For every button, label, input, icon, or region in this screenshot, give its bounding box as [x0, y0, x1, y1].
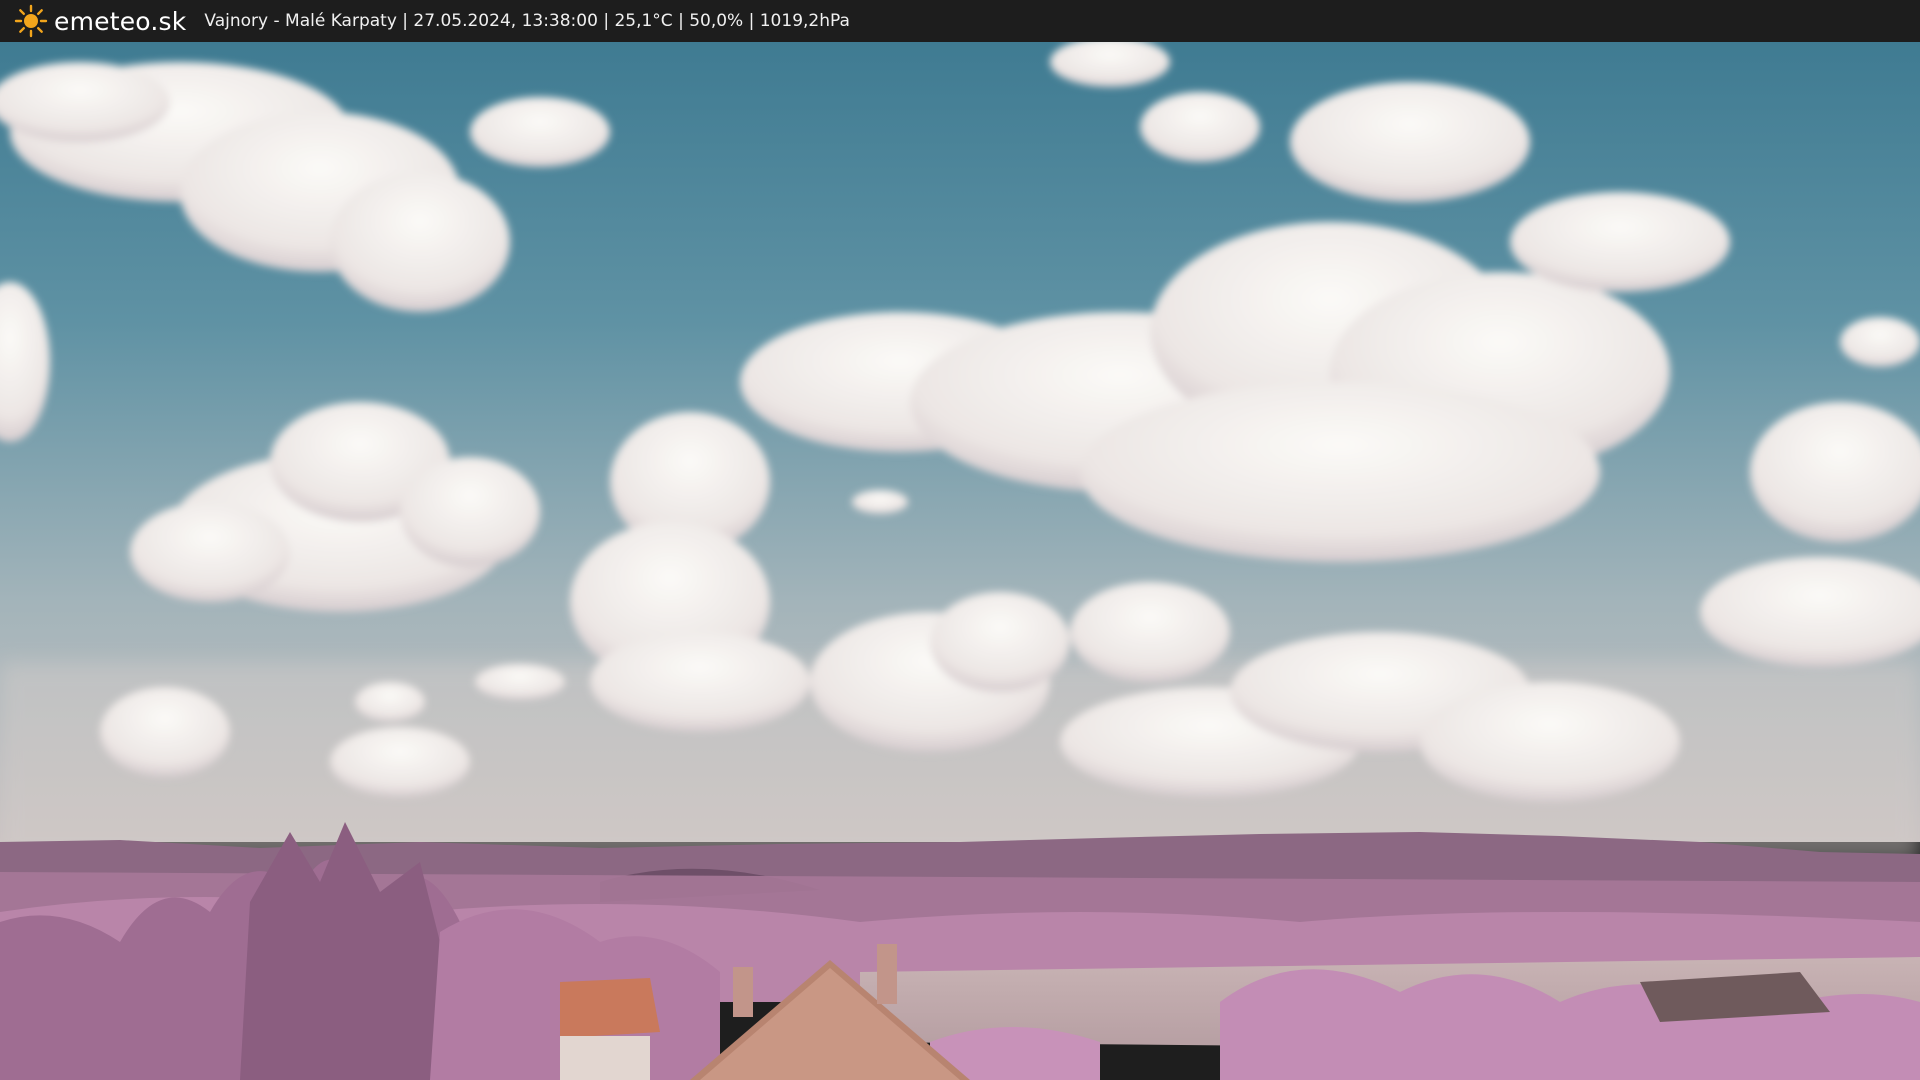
header-bar: emeteo.sk Vajnory - Malé Karpaty | 27.05… [0, 0, 1920, 42]
weather-info: Vajnory - Malé Karpaty | 27.05.2024, 13:… [204, 11, 850, 31]
brand-name: emeteo.sk [54, 6, 187, 36]
webcam-scene [0, 42, 1920, 1080]
brand-logo[interactable]: emeteo.sk [14, 4, 186, 38]
webcam-image [0, 42, 1920, 1080]
sun-icon [14, 4, 48, 38]
